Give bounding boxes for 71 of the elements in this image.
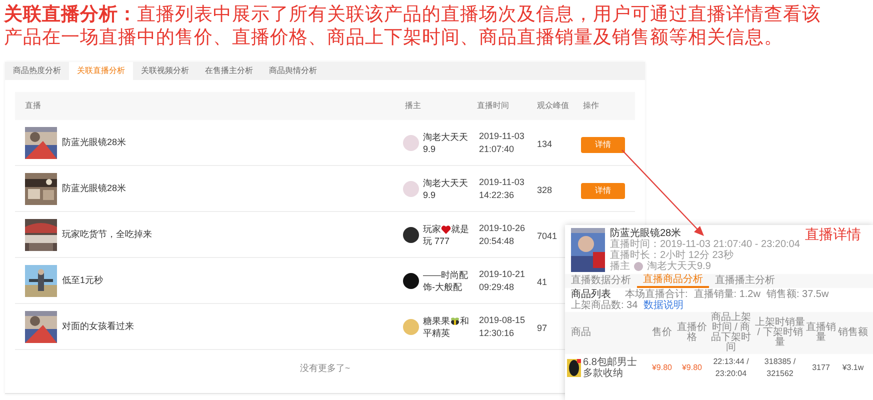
tab[interactable]: 直播播主分析 [709,274,781,288]
anchor-name: 糖果果 和平精英 [423,314,469,338]
column-header: 售价 [651,328,673,338]
viewer-count: 328 [537,184,552,194]
anchor-name: 淘老大天天9.9 [647,261,711,272]
viewer-count: 97 [537,322,548,332]
avatar [403,134,419,150]
live-time: 2019-08-15 12:30:16 [478,314,526,340]
price: ¥9.80 [650,362,674,374]
list-title: 商品列表 [571,289,611,300]
column-header: 观众峰值 [536,100,570,112]
end-of-list-text: 没有更多了~ [300,362,350,375]
stat-text: 上架商品数: 34 [571,300,638,311]
column-header: 操作 [582,100,600,112]
live-time: 直播时间：2019-11-03 21:07:40 - 23:20:04 [610,239,800,250]
tab[interactable]: 商品舆情分析 [261,62,325,80]
viewer-count: 7041 [537,230,558,240]
tab[interactable]: 关联视频分析 [133,62,197,80]
data-notes-link[interactable]: 数据说明 [644,300,684,311]
avatar [403,318,419,334]
tab[interactable]: 商品热度分析 [5,62,69,80]
stat-text: 本场直播合计: [625,289,688,300]
stat-text: 直播销量: 1.2w [694,289,760,300]
product-name: 6.8包邮男士多款收纳 [583,357,638,379]
viewer-count: 134 [537,138,552,148]
live-time: 2019-10-26 20:54:48 [478,222,526,248]
avatar [403,272,419,288]
column-header: 直播 [24,100,42,112]
live-sales: 3177 [811,362,831,374]
anchor-name: 玩家 就是玩 777 [423,222,469,246]
shelf-times: 22:13:44 / 23:20:04 [712,356,750,380]
tab[interactable]: 直播数据分析 [565,274,637,288]
column-header: 商品 [570,328,592,338]
live-price: ¥9.80 [680,362,704,374]
description-text: 关联直播分析：直播列表中展示了所有关联该产品的直播场次及信息，用户可通过直播详情查看该产品在一场直播中的售价、直播价格、商品上下架时间、商品直播销量及销售额等相关信息。 [4,2,822,48]
tab[interactable]: 关联直播分析 [69,62,133,80]
details-button[interactable]: 详情 [581,182,625,198]
live-time: 2019-11-03 21:07:40 [478,130,526,156]
shelf-sales: 318385 / 321562 [763,356,797,380]
avatar [403,226,419,242]
anchor-label: 播主 [610,261,630,272]
tab[interactable]: 直播商品分析 [637,274,709,288]
column-header: 直播时间 [476,100,510,112]
live-duration: 直播时长：2小时 12分 23秒 [610,250,734,261]
stat-text: 销售额: 37.5w [766,289,829,300]
live-title: 防蓝光眼镜28米 [610,228,682,239]
bee-icon [450,316,460,326]
live-title: 玩家吃货节，全吃掉来 [62,228,152,241]
tab[interactable]: 在售播主分析 [197,62,261,80]
anchor-name: 淘老大天天9.9 [423,130,469,154]
live-time: 2019-10-21 09:29:48 [478,268,526,294]
column-header: 商品上架时间 / 商品下架时间 [710,313,752,353]
live-title: 低至1元秒 [62,274,104,287]
viewer-count: 41 [537,276,548,286]
live-title: 防蓝光眼镜28米 [62,136,126,149]
details-button[interactable]: 详情 [581,136,625,152]
avatar [403,180,419,196]
column-header: 直播销量 [805,323,837,343]
column-header: 上架时销量 / 下架时销量 [755,318,805,348]
avatar [634,262,643,271]
column-header: 直播价格 [677,323,707,343]
heart-icon [441,224,451,234]
live-title: 对面的女孩看过来 [62,320,134,333]
revenue: ¥3.1w [841,362,865,374]
column-header: 播主 [404,100,422,112]
anchor-name: 淘老大天天9.9 [423,176,469,200]
annotation-label: 直播详情 [805,226,861,242]
live-time: 2019-11-03 14:22:36 [478,176,526,202]
anchor-name: ——时尚配饰-大般配 [423,268,469,292]
live-title: 防蓝光眼镜28米 [62,182,126,195]
column-header: 销售额 [837,328,869,338]
